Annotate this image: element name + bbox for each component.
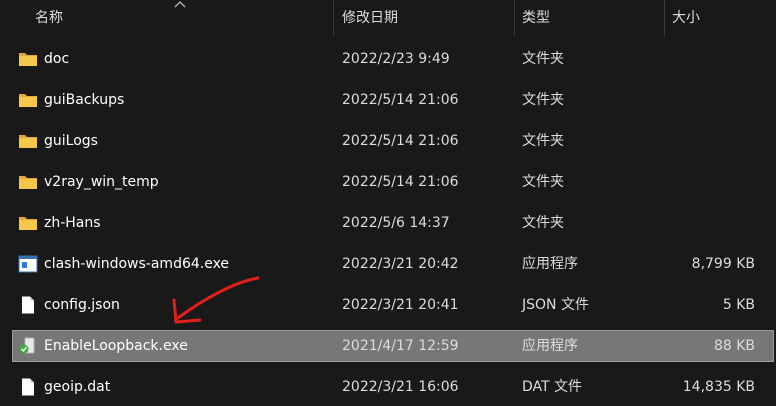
folder-icon [18, 132, 38, 150]
column-divider[interactable] [664, 0, 665, 36]
file-type: 应用程序 [522, 256, 578, 272]
file-modified-date: 2022/3/21 16:06 [342, 379, 459, 395]
column-header-name[interactable]: 名称 [35, 0, 63, 36]
file-name: geoip.dat [44, 379, 111, 395]
file-icon [18, 378, 38, 396]
file-type: DAT 文件 [522, 379, 583, 395]
column-header-bar: 名称 修改日期 类型 大小 [0, 0, 776, 36]
file-row[interactable]: config.json 2022/3/21 20:41 JSON 文件 5 KB [0, 287, 776, 324]
file-size: 5 KB [722, 297, 755, 313]
folder-icon [18, 50, 38, 68]
file-name: v2ray_win_temp [44, 174, 159, 190]
file-modified-date: 2022/5/14 21:06 [342, 92, 459, 108]
file-modified-date: 2022/5/14 21:06 [342, 133, 459, 149]
file-row[interactable]: v2ray_win_temp 2022/5/14 21:06 文件夹 [0, 164, 776, 201]
file-name: guiBackups [44, 92, 125, 108]
file-name: guiLogs [44, 133, 98, 149]
column-header-type[interactable]: 类型 [522, 0, 550, 36]
file-type: 文件夹 [522, 92, 564, 108]
file-modified-date: 2022/5/6 14:37 [342, 215, 450, 231]
file-row[interactable]: zh-Hans 2022/5/6 14:37 文件夹 [0, 205, 776, 242]
file-row[interactable]: clash-windows-amd64.exe 2022/3/21 20:42 应用… [0, 246, 776, 283]
file-type: 文件夹 [522, 174, 564, 190]
sort-ascending-icon [174, 1, 186, 8]
column-header-size[interactable]: 大小 [672, 0, 700, 36]
file-type: JSON 文件 [522, 297, 589, 313]
file-type: 文件夹 [522, 133, 564, 149]
file-name: EnableLoopback.exe [44, 338, 188, 354]
file-type: 文件夹 [522, 51, 564, 67]
file-icon [18, 296, 38, 314]
file-type: 文件夹 [522, 215, 564, 231]
exe-window-icon [18, 255, 38, 273]
folder-icon [18, 173, 38, 191]
file-name: doc [44, 51, 70, 67]
file-modified-date: 2021/4/17 12:59 [342, 338, 459, 354]
file-row[interactable]: guiBackups 2022/5/14 21:06 文件夹 [0, 82, 776, 119]
column-header-date[interactable]: 修改日期 [342, 0, 398, 36]
column-divider[interactable] [514, 0, 515, 36]
file-row[interactable]: doc 2022/2/23 9:49 文件夹 [0, 41, 776, 78]
file-name: zh-Hans [44, 215, 101, 231]
file-row[interactable]: guiLogs 2022/5/14 21:06 文件夹 [0, 123, 776, 160]
file-row[interactable]: geoip.dat 2022/3/21 16:06 DAT 文件 14,835 KB [0, 369, 776, 406]
red-arrow-annotation [172, 276, 260, 324]
file-size: 88 KB [713, 338, 755, 354]
file-modified-date: 2022/2/23 9:49 [342, 51, 450, 67]
file-type: 应用程序 [522, 338, 578, 354]
file-modified-date: 2022/5/14 21:06 [342, 174, 459, 190]
folder-icon [18, 91, 38, 109]
exe-app-icon [18, 337, 38, 355]
file-row[interactable]: EnableLoopback.exe 2021/4/17 12:59 应用程序 88 … [0, 328, 776, 365]
file-size: 14,835 KB [682, 379, 755, 395]
file-modified-date: 2022/3/21 20:41 [342, 297, 459, 313]
file-modified-date: 2022/3/21 20:42 [342, 256, 459, 272]
file-size: 8,799 KB [691, 256, 755, 272]
column-divider[interactable] [333, 0, 334, 36]
folder-icon [18, 214, 38, 232]
file-name: config.json [44, 297, 120, 313]
